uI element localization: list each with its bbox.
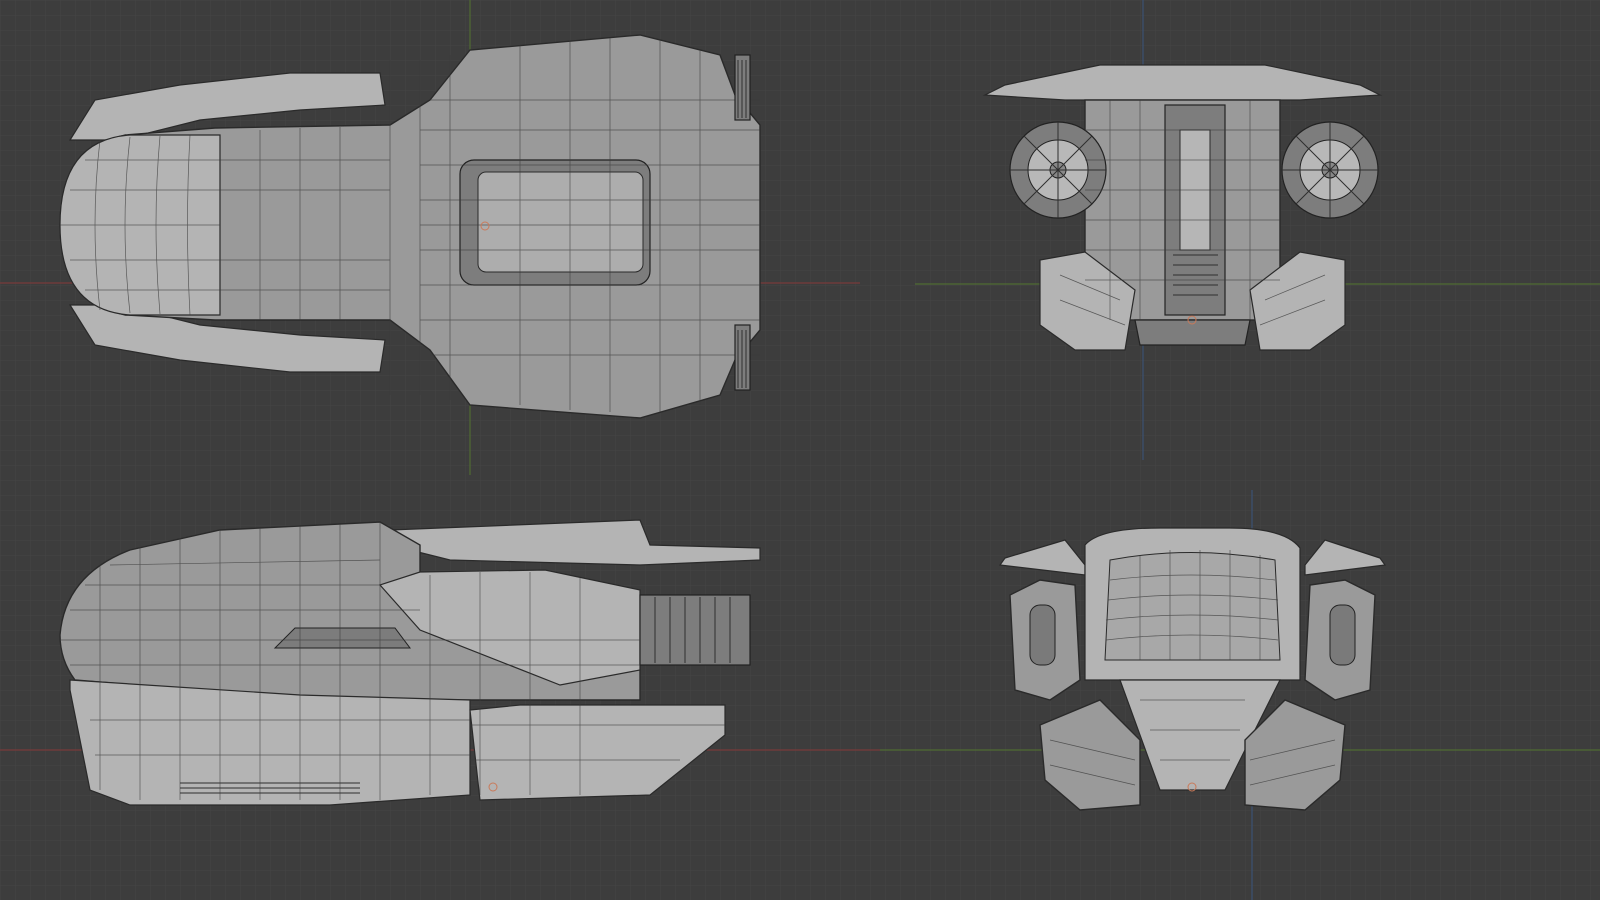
front-view[interactable]: [998, 527, 1387, 811]
3d-viewport[interactable]: [0, 0, 1600, 900]
side-view[interactable]: [59, 519, 761, 806]
viewport-canvas[interactable]: [0, 0, 1600, 900]
